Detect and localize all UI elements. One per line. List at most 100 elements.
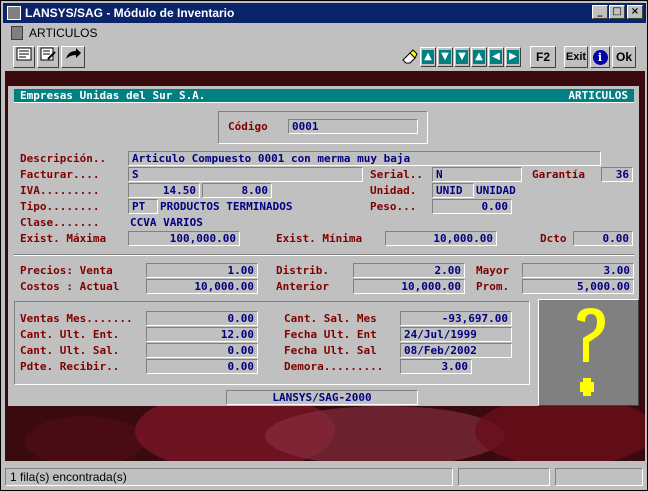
nav-first-button[interactable]: ▲	[420, 47, 436, 67]
fecha-ult-sal-field[interactable]: 08/Feb/2002	[400, 343, 512, 358]
precios-label: Precios: Venta	[20, 264, 113, 277]
fecha-ult-sal-label: Fecha Ult. Sal	[284, 344, 377, 357]
iva-field-2[interactable]: 8.00	[202, 183, 272, 198]
tipo-code-field[interactable]: PT	[128, 199, 158, 214]
exist-min-field[interactable]: 10,000.00	[385, 231, 497, 246]
company-name: Empresas Unidas del Sur S.A.	[20, 89, 206, 102]
demora-field[interactable]: 3.00	[400, 359, 472, 374]
status-pane-2	[458, 468, 550, 486]
form-panel: Empresas Unidas del Sur S.A. ARTICULOS C…	[8, 86, 639, 406]
clase-value: CCVA VARIOS	[130, 216, 203, 229]
dcto-label: Dcto	[540, 232, 567, 245]
prom-field[interactable]: 5,000.00	[522, 279, 634, 294]
clase-label: Clase.......	[20, 216, 100, 229]
iva-field-1[interactable]: 14.50	[128, 183, 200, 198]
menu-articulos[interactable]: ARTICULOS	[29, 26, 97, 40]
nav-prev-button[interactable]: ▲	[471, 47, 487, 67]
codigo-field[interactable]: 0001	[288, 119, 418, 134]
garantia-label: Garantía	[532, 168, 585, 181]
exist-min-label: Exist. Mínima	[276, 232, 363, 245]
nav-left-button[interactable]: ◀	[488, 47, 504, 67]
distrib-label: Distrib.	[276, 264, 329, 277]
maximize-button[interactable]: □	[609, 5, 625, 19]
close-button[interactable]: ×	[627, 5, 643, 19]
doc-list-button[interactable]	[13, 46, 35, 68]
doc-edit-button[interactable]	[37, 46, 59, 68]
unidad-label: Unidad.	[370, 184, 417, 197]
arrow-down-icon: ▼	[439, 50, 451, 64]
nav-next-button[interactable]: ▼	[437, 47, 453, 67]
cant-ult-sal-field[interactable]: 0.00	[146, 343, 258, 358]
garantia-field[interactable]: 36	[601, 167, 633, 182]
info-button[interactable]: i	[590, 46, 610, 68]
prom-label: Prom.	[476, 280, 510, 293]
cant-ult-ent-label: Cant. Ult. Ent.	[20, 328, 120, 341]
cant-ult-sal-label: Cant. Ult. Sal.	[20, 344, 120, 357]
ventas-mes-label: Ventas Mes.......	[20, 312, 133, 325]
cant-sal-mes-field[interactable]: -93,697.00	[400, 311, 512, 326]
arrow-left-icon: ◀	[490, 50, 502, 64]
dcto-field[interactable]: 0.00	[573, 231, 633, 246]
ok-button[interactable]: Ok	[612, 46, 636, 68]
ventas-mes-field[interactable]: 0.00	[146, 311, 258, 326]
info-icon: i	[592, 50, 608, 65]
footer-version: LANSYS/SAG-2000	[226, 390, 418, 405]
eraser-icon	[402, 49, 418, 64]
unidad-desc: UNIDAD	[476, 184, 516, 197]
tipo-desc: PRODUCTOS TERMINADOS	[160, 200, 293, 213]
costo-actual-field[interactable]: 10,000.00	[146, 279, 258, 294]
codigo-label: Código	[228, 120, 268, 133]
precio-venta-field[interactable]: 1.00	[146, 263, 258, 278]
distrib-field[interactable]: 2.00	[353, 263, 465, 278]
arrow-up-icon: ▲	[422, 50, 434, 64]
cant-sal-mes-label: Cant. Sal. Mes	[284, 312, 377, 325]
doc-list-icon	[16, 47, 32, 61]
nav-last-button[interactable]: ▼	[454, 47, 470, 67]
peso-field[interactable]: 0.00	[432, 199, 512, 214]
fecha-ult-ent-label: Fecha Ult. Ent	[284, 328, 377, 341]
article-image[interactable]	[538, 299, 639, 406]
facturar-label: Facturar....	[20, 168, 100, 181]
exit-arrow-button[interactable]	[61, 46, 85, 68]
app-icon	[7, 6, 21, 20]
serial-field[interactable]: N	[432, 167, 522, 182]
pdte-recibir-label: Pdte. Recibir..	[20, 360, 120, 373]
book-icon	[11, 26, 23, 40]
anterior-field[interactable]: 10,000.00	[353, 279, 465, 294]
facturar-field[interactable]: S	[128, 167, 363, 182]
status-text: 1 fila(s) encontrada(s)	[5, 468, 453, 486]
arrow-right-icon: ▶	[507, 50, 519, 64]
exit-button[interactable]: Exit	[564, 46, 588, 68]
arrow-up-icon: ▲	[473, 50, 485, 64]
pdte-recibir-field[interactable]: 0.00	[146, 359, 258, 374]
exit-arrow-icon	[66, 48, 81, 59]
mayor-field[interactable]: 3.00	[522, 263, 634, 278]
divider	[14, 254, 634, 256]
serial-label: Serial..	[370, 168, 423, 181]
descripcion-label: Descripción..	[20, 152, 107, 165]
cant-ult-ent-field[interactable]: 12.00	[146, 327, 258, 342]
unidad-code-field[interactable]: UNID	[432, 183, 474, 198]
anterior-label: Anterior	[276, 280, 329, 293]
mayor-label: Mayor	[476, 264, 510, 277]
title-bar[interactable]: LANSYS/SAG - Módulo de Inventario _ □ ×	[3, 3, 646, 23]
status-bar: 1 fila(s) encontrada(s)	[3, 466, 646, 488]
exist-max-field[interactable]: 100,000.00	[128, 231, 240, 246]
window-title: LANSYS/SAG - Módulo de Inventario	[25, 6, 235, 20]
fecha-ult-ent-field[interactable]: 24/Jul/1999	[400, 327, 512, 342]
nav-right-button[interactable]: ▶	[505, 47, 521, 67]
exist-max-label: Exist. Máxima	[20, 232, 107, 245]
minimize-button[interactable]: _	[592, 5, 608, 19]
question-mark-icon	[577, 308, 605, 396]
tipo-label: Tipo........	[20, 200, 100, 213]
menu-strip: ARTICULOS	[3, 23, 646, 43]
form-header: Empresas Unidas del Sur S.A. ARTICULOS	[14, 89, 634, 103]
iva-label: IVA.........	[20, 184, 100, 197]
doc-edit-icon	[40, 47, 56, 61]
module-name: ARTICULOS	[568, 89, 628, 102]
arrow-down-icon: ▼	[456, 50, 468, 64]
descripcion-field[interactable]: Articulo Compuesto 0001 con merma muy ba…	[128, 151, 601, 166]
eraser-button[interactable]	[400, 48, 418, 66]
status-pane-3	[555, 468, 643, 486]
f2-button[interactable]: F2	[530, 46, 556, 68]
